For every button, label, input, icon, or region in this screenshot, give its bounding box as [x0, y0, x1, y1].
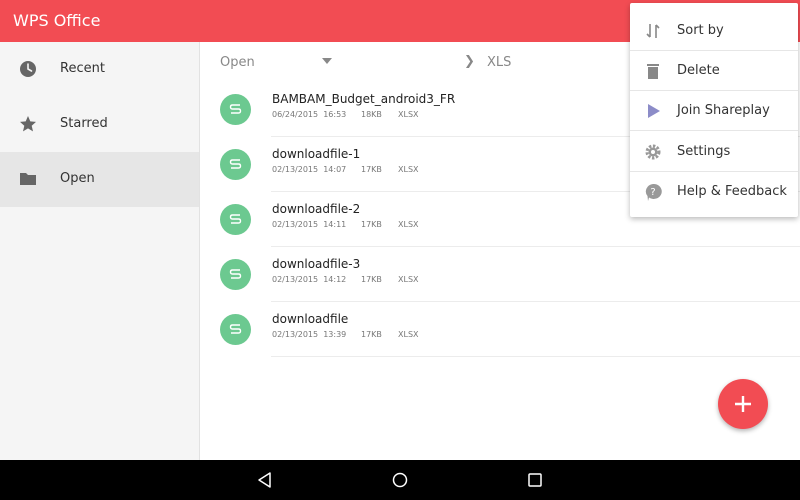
menu-item-label: Sort by	[677, 23, 724, 38]
menu-item-label: Delete	[677, 63, 720, 78]
spreadsheet-file-icon	[220, 314, 251, 345]
breadcrumb-current[interactable]: XLS	[487, 55, 511, 70]
file-date: 02/13/2015 14:12	[272, 275, 347, 284]
chevron-down-icon[interactable]	[322, 58, 332, 64]
file-row[interactable]: downloadfile 02/13/2015 13:39 17KB XLSX	[200, 302, 800, 357]
menu-item-settings[interactable]: Settings	[630, 131, 798, 171]
file-date: 02/13/2015 14:07	[272, 165, 347, 174]
system-nav-bar	[0, 460, 800, 500]
play-icon	[648, 104, 660, 118]
sidebar-item-label: Open	[60, 171, 95, 186]
menu-item-label: Join Shareplay	[677, 103, 770, 118]
trash-icon	[647, 64, 659, 79]
menu-item-label: Settings	[677, 144, 731, 159]
home-icon[interactable]	[390, 470, 410, 490]
menu-item-sort-by[interactable]: Sort by	[630, 10, 798, 50]
clock-icon	[20, 61, 36, 77]
menu-item-join-shareplay[interactable]: Join Shareplay	[630, 90, 798, 130]
file-name: downloadfile-1	[272, 147, 361, 161]
plus-icon	[735, 396, 751, 412]
file-type: XLSX	[398, 275, 419, 284]
overflow-menu: Sort by Delete Join Shareplay Settings ?…	[630, 3, 798, 217]
star-icon	[20, 116, 36, 132]
recents-icon[interactable]	[525, 470, 545, 490]
file-date: 06/24/2015 16:53	[272, 110, 347, 119]
folder-icon	[20, 173, 36, 185]
file-size: 17KB	[361, 330, 382, 339]
gear-icon	[645, 144, 661, 160]
file-type: XLSX	[398, 110, 419, 119]
file-row[interactable]: downloadfile-3 02/13/2015 14:12 17KB XLS…	[200, 247, 800, 302]
sidebar-item-label: Starred	[60, 116, 108, 131]
menu-item-help-feedback[interactable]: ? Help & Feedback	[630, 171, 798, 211]
breadcrumb-root[interactable]: Open	[220, 55, 255, 70]
file-type: XLSX	[398, 330, 419, 339]
file-type: XLSX	[398, 220, 419, 229]
file-name: downloadfile	[272, 312, 349, 326]
sidebar-item-recent[interactable]: Recent	[0, 42, 199, 97]
spreadsheet-file-icon	[220, 94, 251, 125]
back-icon[interactable]	[255, 470, 275, 490]
file-size: 17KB	[361, 275, 382, 284]
breadcrumb-separator: ❯	[464, 54, 475, 69]
svg-text:?: ?	[650, 187, 655, 198]
sidebar: Recent Starred Open	[0, 42, 200, 460]
file-name: BAMBAM_Budget_android3_FR	[272, 92, 456, 106]
file-date: 02/13/2015 13:39	[272, 330, 347, 339]
file-type: XLSX	[398, 165, 419, 174]
file-size: 18KB	[361, 110, 382, 119]
sort-icon	[646, 24, 660, 38]
file-name: downloadfile-2	[272, 202, 361, 216]
app-window: WPS Office Recent Starred Open Open ❯ XL…	[0, 0, 800, 500]
add-file-button[interactable]	[718, 379, 768, 429]
file-size: 17KB	[361, 165, 382, 174]
spreadsheet-file-icon	[220, 149, 251, 180]
row-divider	[271, 356, 800, 357]
menu-item-label: Help & Feedback	[677, 184, 787, 199]
app-title: WPS Office	[13, 11, 101, 30]
file-name: downloadfile-3	[272, 257, 361, 271]
menu-item-delete[interactable]: Delete	[630, 50, 798, 90]
sidebar-item-starred[interactable]: Starred	[0, 97, 199, 152]
help-icon: ?	[645, 183, 662, 201]
sidebar-item-label: Recent	[60, 61, 105, 76]
spreadsheet-file-icon	[220, 259, 251, 290]
sidebar-item-open[interactable]: Open	[0, 152, 199, 207]
spreadsheet-file-icon	[220, 204, 251, 235]
file-date: 02/13/2015 14:11	[272, 220, 347, 229]
file-size: 17KB	[361, 220, 382, 229]
